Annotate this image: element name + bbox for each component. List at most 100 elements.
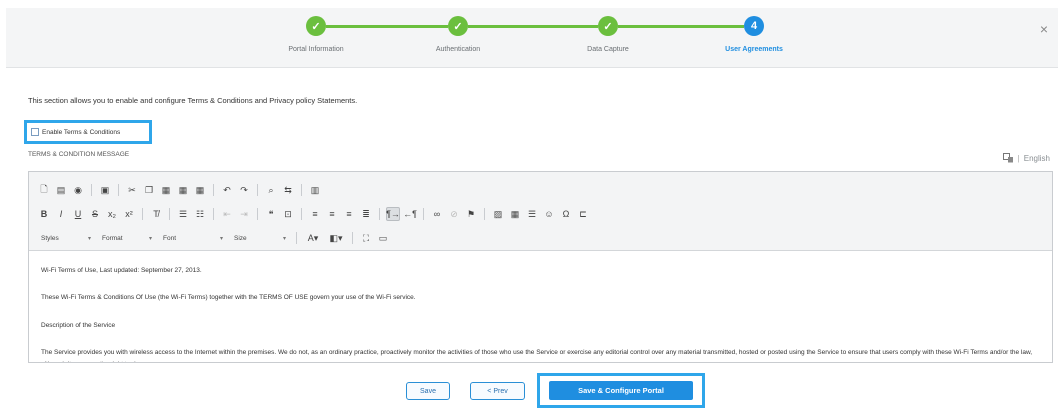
- step-label-authentication[interactable]: Authentication: [436, 46, 480, 53]
- chevron-down-icon: ▾: [219, 235, 223, 242]
- link-icon[interactable]: ∞: [430, 207, 444, 221]
- size-dropdown-label: Size: [234, 234, 247, 242]
- step-label-data-capture[interactable]: Data Capture: [587, 46, 629, 53]
- templates-icon[interactable]: ▤: [54, 183, 68, 197]
- subscript-icon[interactable]: x₂: [105, 207, 119, 221]
- translate-icon: [1002, 153, 1013, 163]
- toolbar-divider: [213, 184, 214, 196]
- outdent-icon[interactable]: ⇤: [220, 207, 234, 221]
- find-icon[interactable]: ⌕: [264, 183, 278, 197]
- step-4-number-icon: 4: [744, 16, 764, 36]
- step-1-check-icon: ✓: [306, 16, 326, 36]
- toolbar-divider: [379, 208, 380, 220]
- page-break-icon[interactable]: ⊏: [576, 207, 590, 221]
- underline-icon[interactable]: U: [71, 207, 85, 221]
- styles-dropdown[interactable]: Styles ▾: [37, 231, 95, 245]
- font-dropdown-label: Font: [163, 234, 177, 242]
- format-dropdown[interactable]: Format ▾: [98, 231, 156, 245]
- enable-terms-highlight: Enable Terms & Conditions: [24, 120, 152, 144]
- section-description: This section allows you to enable and co…: [28, 96, 358, 105]
- toolbar-divider: [301, 184, 302, 196]
- step-connector: [326, 25, 448, 28]
- image-icon[interactable]: ▨: [491, 207, 505, 221]
- enable-terms-checkbox[interactable]: [31, 128, 39, 136]
- unlink-icon[interactable]: ⊘: [447, 207, 461, 221]
- toolbar-divider: [169, 208, 170, 220]
- step-3-check-icon: ✓: [598, 16, 618, 36]
- smiley-icon[interactable]: ☺: [542, 207, 556, 221]
- paste-word-icon[interactable]: ▦: [193, 183, 207, 197]
- content-paragraph: Description of the Service: [41, 321, 116, 329]
- language-separator: |: [1017, 153, 1020, 163]
- show-blocks-icon[interactable]: ▭: [376, 231, 390, 245]
- toolbar-divider: [301, 208, 302, 220]
- step-2-check-icon: ✓: [448, 16, 468, 36]
- format-dropdown-label: Format: [102, 234, 123, 242]
- wizard-progress: ✓ ✓ ✓ 4 Portal Information Authenticatio…: [6, 8, 1058, 68]
- language-value[interactable]: English: [1024, 154, 1050, 163]
- anchor-icon[interactable]: ⚑: [464, 207, 478, 221]
- paste-icon[interactable]: ▦: [159, 183, 173, 197]
- div-container-icon[interactable]: ⊡: [281, 207, 295, 221]
- align-right-icon[interactable]: ≡: [342, 207, 356, 221]
- remove-format-icon[interactable]: T̸: [149, 207, 163, 221]
- cut-icon[interactable]: ✂: [125, 183, 139, 197]
- strikethrough-icon[interactable]: S: [88, 207, 102, 221]
- enable-terms-label[interactable]: Enable Terms & Conditions: [42, 129, 120, 136]
- text-direction-ltr-icon[interactable]: ¶→: [386, 207, 400, 221]
- toolbar-row-2: B I U S x₂ x² T̸ ☰ ☷ ⇤ ⇥ ❝ ⊡ ≡ ≡ ≡ ≣ ¶→ …: [37, 202, 1044, 226]
- toolbar-divider: [423, 208, 424, 220]
- save-button[interactable]: Save: [406, 382, 450, 400]
- save-configure-portal-button[interactable]: Save & Configure Portal: [549, 381, 693, 400]
- step-connector: [468, 25, 598, 28]
- configure-button-highlight: Save & Configure Portal: [537, 373, 705, 408]
- replace-icon[interactable]: ⇆: [281, 183, 295, 197]
- step-label-portal-information[interactable]: Portal Information: [288, 46, 343, 53]
- step-label-user-agreements[interactable]: User Agreements: [725, 46, 783, 53]
- blockquote-icon[interactable]: ❝: [264, 207, 278, 221]
- terms-editor[interactable]: 🗋 ▤ ◉ ▣ ✂ ❐ ▦ ▦ ▦ ↶ ↷ ⌕ ⇆ ▥ B I U S x₂ x: [28, 171, 1053, 363]
- toolbar-divider: [91, 184, 92, 196]
- background-color-icon[interactable]: ◧▾: [326, 231, 346, 245]
- undo-icon[interactable]: ↶: [220, 183, 234, 197]
- content-paragraph: The Service provides you with wireless a…: [41, 349, 1033, 362]
- font-dropdown[interactable]: Font ▾: [159, 231, 227, 245]
- indent-icon[interactable]: ⇥: [237, 207, 251, 221]
- align-left-icon[interactable]: ≡: [308, 207, 322, 221]
- toolbar-divider: [118, 184, 119, 196]
- maximize-icon[interactable]: ⛶: [359, 231, 373, 245]
- chevron-down-icon: ▾: [87, 235, 91, 242]
- content-paragraph: Wi-Fi Terms of Use, Last updated: Septem…: [41, 267, 202, 274]
- language-selector[interactable]: | English: [1002, 153, 1050, 163]
- editor-content[interactable]: Wi-Fi Terms of Use, Last updated: Septem…: [29, 251, 1052, 362]
- content-paragraph: These Wi-Fi Terms & Conditions Of Use (t…: [41, 294, 416, 302]
- copy-icon[interactable]: ❐: [142, 183, 156, 197]
- text-color-icon[interactable]: A▾: [303, 231, 323, 245]
- new-page-icon[interactable]: 🗋: [37, 183, 51, 197]
- size-dropdown[interactable]: Size ▾: [230, 231, 290, 245]
- superscript-icon[interactable]: x²: [122, 207, 136, 221]
- paste-text-icon[interactable]: ▦: [176, 183, 190, 197]
- text-direction-rtl-icon[interactable]: ←¶: [403, 207, 417, 221]
- styles-dropdown-label: Styles: [41, 234, 59, 242]
- toolbar-row-1: 🗋 ▤ ◉ ▣ ✂ ❐ ▦ ▦ ▦ ↶ ↷ ⌕ ⇆ ▥: [37, 178, 1044, 202]
- italic-icon[interactable]: I: [54, 207, 68, 221]
- toolbar-divider: [352, 232, 353, 244]
- print-icon[interactable]: ▣: [98, 183, 112, 197]
- table-icon[interactable]: ▦: [508, 207, 522, 221]
- special-char-icon[interactable]: Ω: [559, 207, 573, 221]
- justify-icon[interactable]: ≣: [359, 207, 373, 221]
- close-icon[interactable]: ×: [1040, 22, 1048, 36]
- bold-icon[interactable]: B: [37, 207, 51, 221]
- horizontal-line-icon[interactable]: ☰: [525, 207, 539, 221]
- toolbar-divider: [296, 232, 297, 244]
- preview-icon[interactable]: ◉: [71, 183, 85, 197]
- select-all-icon[interactable]: ▥: [308, 183, 322, 197]
- numbered-list-icon[interactable]: ☰: [176, 207, 190, 221]
- redo-icon[interactable]: ↷: [237, 183, 251, 197]
- bulleted-list-icon[interactable]: ☷: [193, 207, 207, 221]
- prev-button[interactable]: < Prev: [470, 382, 525, 400]
- toolbar-divider: [142, 208, 143, 220]
- toolbar-divider: [257, 208, 258, 220]
- align-center-icon[interactable]: ≡: [325, 207, 339, 221]
